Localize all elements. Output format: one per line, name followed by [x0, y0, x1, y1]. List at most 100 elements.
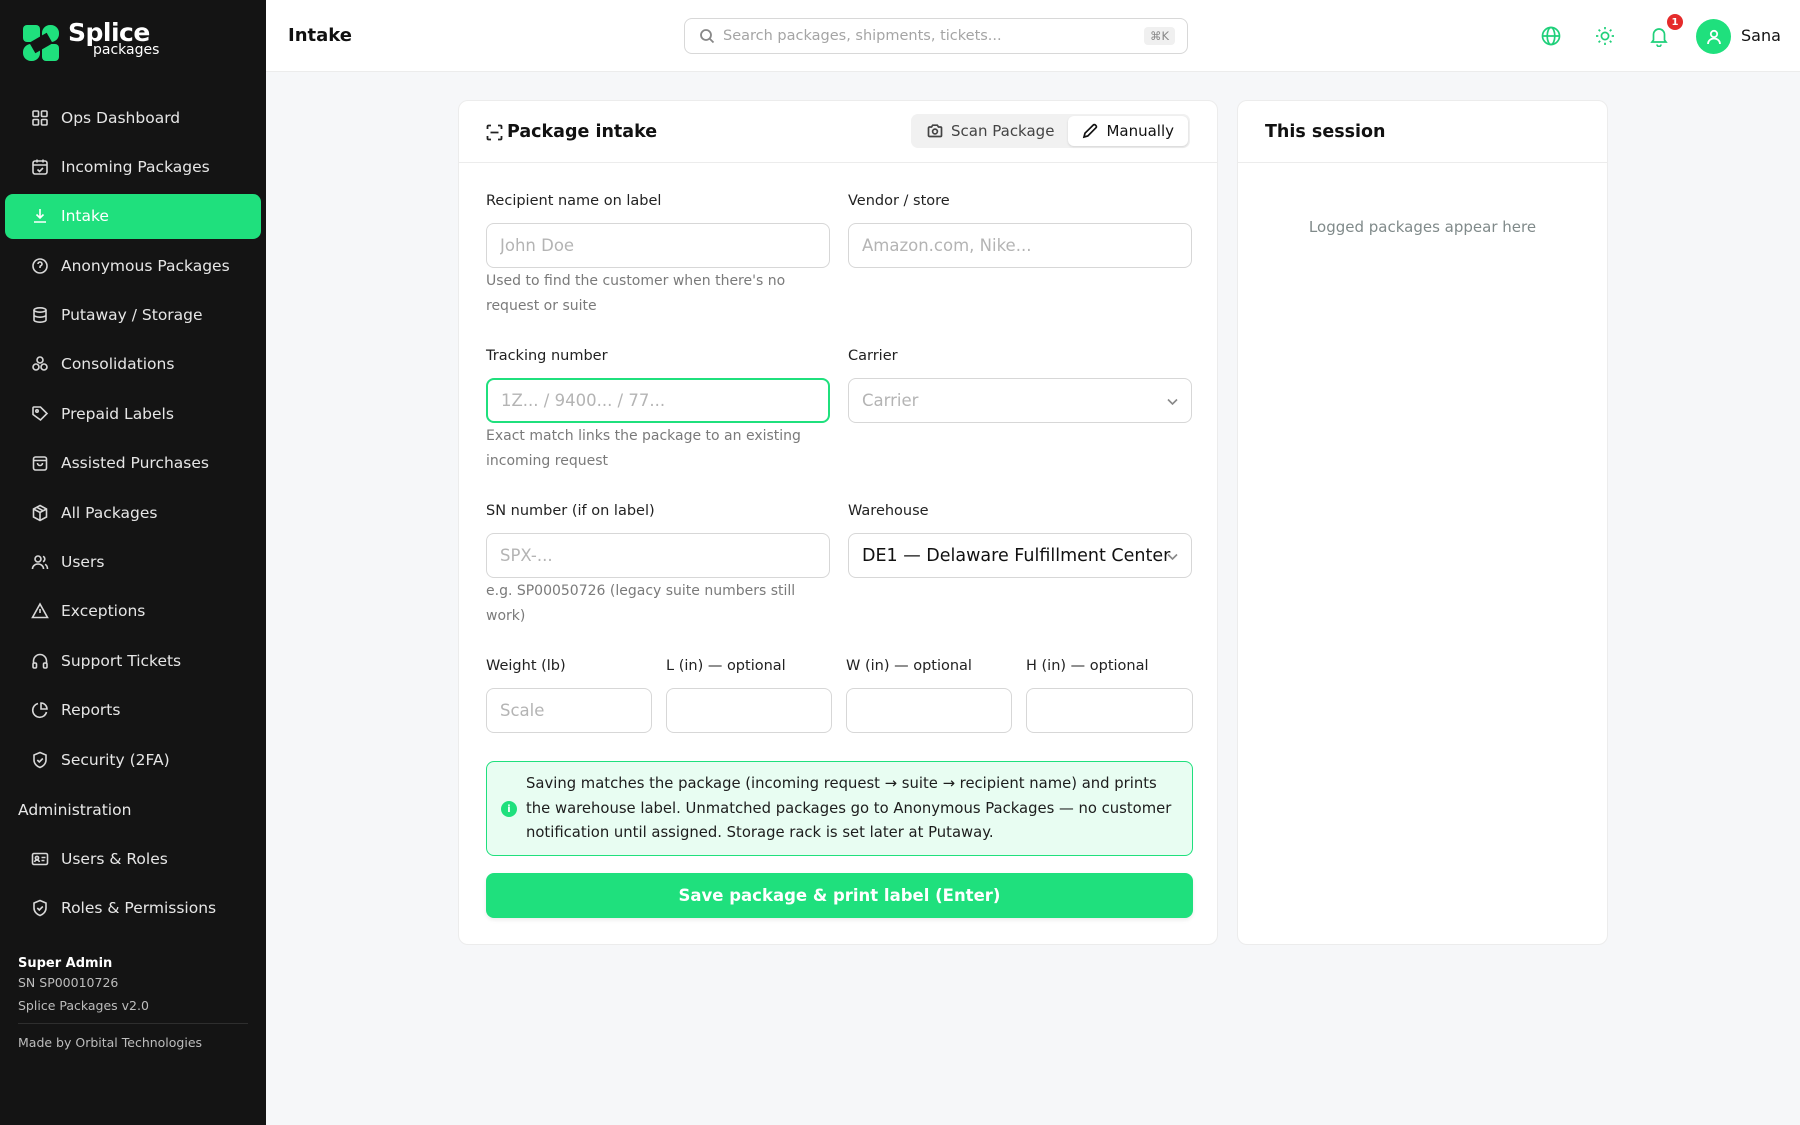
- weight-input[interactable]: [486, 688, 652, 733]
- search-input[interactable]: [723, 28, 1123, 44]
- chevron-down-icon: [1167, 398, 1178, 406]
- tracking-input[interactable]: [486, 378, 830, 423]
- sidebar-item-label: Ops Dashboard: [61, 108, 181, 127]
- tracking-label: Tracking number: [486, 348, 608, 364]
- height-input[interactable]: [1026, 688, 1193, 733]
- manually-label: Manually: [1106, 122, 1174, 140]
- sidebar-item-roles-permissions[interactable]: Roles & Permissions: [5, 885, 261, 930]
- sidebar-nav: Ops Dashboard Incoming Packages Intake A…: [0, 95, 266, 786]
- warehouse-label: Warehouse: [848, 503, 929, 519]
- sidebar-item-label: Intake: [61, 207, 109, 226]
- tag-icon: [31, 405, 49, 423]
- shopping-bag-icon: [31, 454, 49, 472]
- shield-icon: [31, 899, 49, 917]
- sn-help: e.g. SP00050726 (legacy suite numbers st…: [486, 583, 796, 624]
- sidebar-item-label: Incoming Packages: [61, 157, 210, 176]
- id-card-icon: [31, 850, 49, 868]
- search-shortcut: ⌘K: [1143, 27, 1175, 45]
- session-title: This session: [1265, 122, 1386, 142]
- length-label: L (in) — optional: [666, 658, 786, 674]
- card-title-text: Package intake: [507, 122, 658, 142]
- bell-icon[interactable]: [1648, 25, 1670, 48]
- sidebar-item-label: All Packages: [61, 503, 158, 522]
- length-input[interactable]: [666, 688, 832, 733]
- sidebar-item-intake[interactable]: Intake: [5, 193, 261, 239]
- sidebar-item-reports[interactable]: Reports: [5, 688, 261, 733]
- sn-label: SN number (if on label): [486, 503, 655, 519]
- weight-label: Weight (lb): [486, 658, 566, 674]
- sidebar-item-label: Anonymous Packages: [61, 256, 230, 275]
- sidebar-item-users-roles[interactable]: Users & Roles: [5, 836, 261, 881]
- manually-button[interactable]: Manually: [1068, 116, 1188, 146]
- recipient-label: Recipient name on label: [486, 193, 662, 209]
- warehouse-select[interactable]: DE1 — Delaware Fulfillment Center: [848, 533, 1192, 578]
- package-icon: [31, 504, 49, 522]
- brand-sub: packages: [93, 42, 160, 58]
- tracking-help: Exact match links the package to an exis…: [486, 428, 801, 469]
- recipient-input[interactable]: [486, 223, 830, 268]
- avatar[interactable]: [1696, 19, 1731, 54]
- sidebar-item-incoming-packages[interactable]: Incoming Packages: [5, 144, 261, 189]
- user-icon: [1706, 29, 1721, 44]
- pencil-icon: [1083, 123, 1098, 139]
- sidebar-item-support-tickets[interactable]: Support Tickets: [5, 638, 261, 683]
- sidebar-item-consolidations[interactable]: Consolidations: [5, 342, 261, 387]
- sidebar-item-label: Putaway / Storage: [61, 306, 203, 325]
- sidebar-item-label: Support Tickets: [61, 651, 182, 670]
- card-title: Package intake: [486, 122, 657, 142]
- session-card: This session Logged packages appear here: [1237, 100, 1608, 945]
- admin-section-label: Administration: [18, 801, 132, 819]
- vendor-label: Vendor / store: [848, 193, 950, 209]
- boxes-icon: [31, 355, 49, 373]
- sidebar-item-label: Roles & Permissions: [61, 898, 217, 917]
- topbar: Intake ⌘K: [266, 0, 1800, 72]
- recipient-help: Used to find the customer when there's n…: [486, 273, 786, 314]
- sidebar-item-security-2fa[interactable]: Security (2FA): [5, 737, 261, 782]
- search-box[interactable]: ⌘K: [684, 18, 1188, 54]
- width-input[interactable]: [846, 688, 1012, 733]
- save-print-button[interactable]: Save package & print label (Enter): [486, 873, 1193, 918]
- sidebar-item-label: Exceptions: [61, 602, 146, 621]
- user-name[interactable]: Sana: [1741, 26, 1781, 45]
- globe-icon[interactable]: [1540, 25, 1562, 47]
- splice-logo-icon: [23, 25, 59, 61]
- download-icon: [31, 207, 49, 225]
- chevron-down-icon: [1167, 553, 1178, 561]
- users-icon: [31, 553, 49, 571]
- info-notice: i Saving matches the package (incoming r…: [486, 761, 1193, 856]
- sidebar-item-users[interactable]: Users: [5, 540, 261, 585]
- carrier-select[interactable]: Carrier: [848, 378, 1192, 423]
- card-header: Package intake Scan Package Manually: [459, 101, 1217, 163]
- brand-logo[interactable]: Splice packages: [22, 20, 159, 62]
- sidebar-item-prepaid-labels[interactable]: Prepaid Labels: [5, 391, 261, 436]
- sidebar-item-all-packages[interactable]: All Packages: [5, 490, 261, 535]
- search-icon: [700, 29, 715, 44]
- info-icon: i: [501, 801, 517, 817]
- page-title: Intake: [288, 25, 352, 46]
- admin-nav: Users & Roles Roles & Permissions: [0, 836, 266, 935]
- grid-icon: [31, 109, 49, 127]
- user-role: Super Admin: [18, 956, 113, 971]
- sidebar-item-putaway-storage[interactable]: Putaway / Storage: [5, 293, 261, 338]
- question-circle-icon: [31, 257, 49, 275]
- sidebar-item-label: Reports: [61, 701, 121, 720]
- width-label: W (in) — optional: [846, 658, 972, 674]
- app-version: Splice Packages v2.0: [18, 998, 149, 1013]
- sun-icon[interactable]: [1594, 25, 1616, 47]
- sn-input[interactable]: [486, 533, 830, 578]
- headphones-icon: [31, 652, 49, 670]
- vendor-input[interactable]: [848, 223, 1192, 268]
- height-label: H (in) — optional: [1026, 658, 1149, 674]
- sidebar-item-exceptions[interactable]: Exceptions: [5, 589, 261, 634]
- scan-icon: [486, 124, 503, 140]
- sidebar-item-ops-dashboard[interactable]: Ops Dashboard: [5, 95, 261, 140]
- camera-icon: [927, 124, 943, 138]
- sidebar-item-label: Users & Roles: [61, 849, 168, 868]
- sidebar-item-assisted-purchases[interactable]: Assisted Purchases: [5, 441, 261, 486]
- sidebar-item-label: Security (2FA): [61, 750, 170, 769]
- scan-package-button[interactable]: Scan Package: [913, 116, 1068, 146]
- carrier-placeholder: Carrier: [862, 391, 919, 410]
- made-by: Made by Orbital Technologies: [18, 1035, 203, 1050]
- intake-mode-toggle: Scan Package Manually: [911, 114, 1190, 148]
- sidebar-item-anonymous-packages[interactable]: Anonymous Packages: [5, 243, 261, 288]
